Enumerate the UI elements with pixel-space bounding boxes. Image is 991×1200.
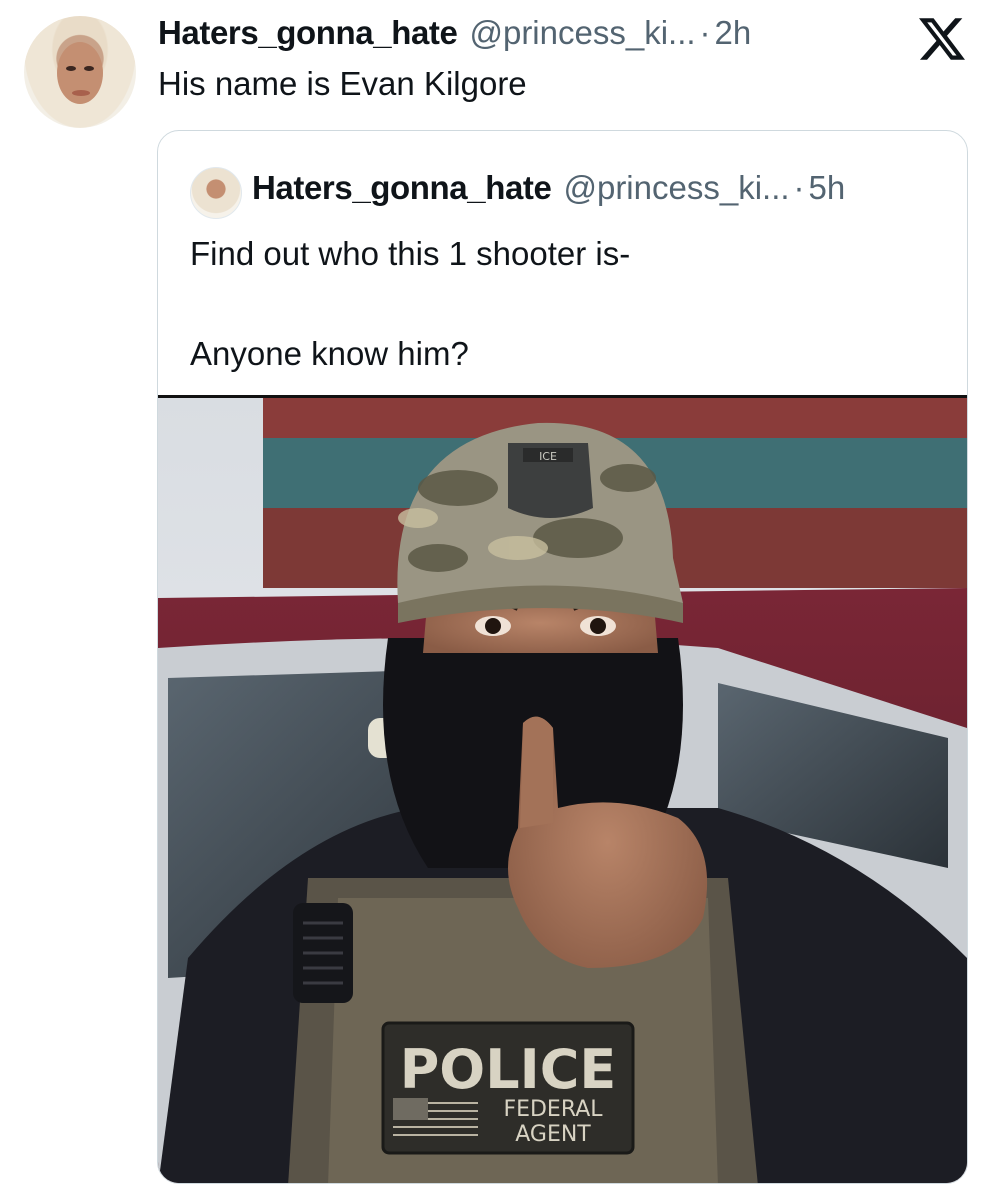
post-avatar[interactable] (24, 16, 136, 128)
cap-patch-label: ICE (539, 450, 557, 463)
post-text: His name is Evan Kilgore (158, 65, 527, 102)
separator-dot: · (699, 14, 711, 51)
vest-patch-federal: FEDERAL (503, 1097, 603, 1122)
quoted-user-handle: @princess_ki... (563, 169, 790, 206)
quoted-post-timestamp: 5h (808, 169, 846, 206)
quoted-post-text: Find out who this 1 shooter is- Anyone k… (190, 235, 631, 372)
quoted-post[interactable]: Haters_gonna_hate @princess_ki... · 5h F… (157, 130, 968, 1184)
vest-patch-agent: AGENT (515, 1122, 591, 1147)
x-icon[interactable] (919, 16, 965, 62)
display-name[interactable]: Haters_gonna_hate (158, 14, 458, 52)
post-photo[interactable]: ICE POLICE FEDERAL AGENT (158, 395, 967, 1183)
quoted-post-header: Haters_gonna_hate @princess_ki... · 5h (252, 169, 845, 207)
post-timestamp[interactable]: 2h (715, 14, 752, 52)
quoted-post-avatar[interactable] (190, 167, 242, 219)
post-header: Haters_gonna_hate @princess_ki... · 2h (158, 14, 911, 58)
vest-patch-police: POLICE (400, 1038, 617, 1101)
separator-dot: · (793, 169, 805, 206)
quoted-display-name: Haters_gonna_hate (252, 169, 552, 206)
user-handle[interactable]: @princess_ki... (469, 14, 695, 52)
